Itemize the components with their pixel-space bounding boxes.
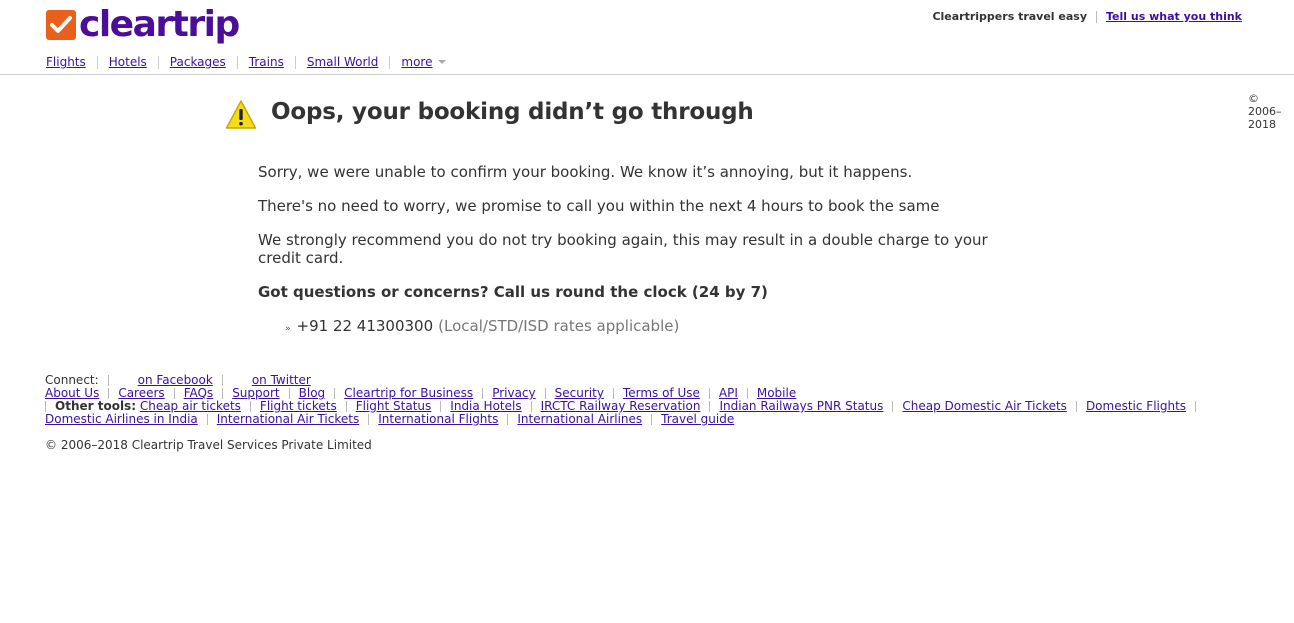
footer-link[interactable]: Support <box>232 386 279 400</box>
facebook-link[interactable]: on Facebook <box>138 373 213 387</box>
phone-note: (Local/STD/ISD rates applicable) <box>438 317 680 335</box>
nav-divider <box>389 55 391 69</box>
footer-link[interactable]: About Us <box>45 386 99 400</box>
page-title: Oops, your booking didn’t go through <box>271 99 754 125</box>
footer: Connect: on Facebook on Twitter About Us Ca… <box>45 374 1250 426</box>
nav-flights[interactable]: Flights <box>46 55 86 69</box>
footer-link[interactable]: Careers <box>118 386 164 400</box>
tagline-text: Cleartrippers travel easy <box>932 10 1088 23</box>
nav-small-world[interactable]: Small World <box>307 55 379 69</box>
tool-link[interactable]: Indian Railways PNR Status <box>719 399 883 413</box>
side-copyright: © 2006–2018 <box>1248 92 1282 131</box>
cleartrip-logo[interactable]: cleartrip <box>46 4 240 48</box>
logo-text: cleartrip <box>79 4 240 45</box>
footer-link[interactable]: Blog <box>299 386 326 400</box>
checkmark-icon <box>46 10 76 40</box>
warning-icon <box>225 99 257 134</box>
connect-label: Connect: <box>45 373 99 387</box>
tool-link[interactable]: Flight tickets <box>260 399 337 413</box>
tool-link[interactable]: International Flights <box>378 412 498 426</box>
tool-link[interactable]: International Airlines <box>517 412 642 426</box>
message-paragraph: Sorry, we were unable to confirm your bo… <box>258 163 913 181</box>
message-paragraph: We strongly recommend you do not try boo… <box>258 231 988 267</box>
phone-number: +91 22 41300300 <box>296 317 434 335</box>
footer-link[interactable]: API <box>719 386 738 400</box>
twitter-link[interactable]: on Twitter <box>252 373 311 387</box>
header-tagline-bar: Cleartrippers travel easy Tell us what y… <box>932 10 1242 23</box>
tool-link[interactable]: Cheap air tickets <box>140 399 241 413</box>
header-divider <box>0 74 1294 75</box>
tool-link[interactable]: Domestic Flights <box>1086 399 1186 413</box>
footer-link[interactable]: Terms of Use <box>623 386 700 400</box>
feedback-link[interactable]: Tell us what you think <box>1106 10 1242 23</box>
nav-more[interactable]: more <box>401 55 432 69</box>
message-paragraph: There's no need to worry, we promise to … <box>258 197 940 215</box>
tool-link[interactable]: International Air Tickets <box>217 412 359 426</box>
nav-divider <box>157 55 159 69</box>
main-nav: Flights Hotels Packages Trains Small Wor… <box>46 55 447 69</box>
footer-link[interactable]: Security <box>555 386 604 400</box>
nav-divider <box>236 55 238 69</box>
divider <box>1096 10 1098 23</box>
tool-link[interactable]: India Hotels <box>450 399 521 413</box>
nav-hotels[interactable]: Hotels <box>109 55 147 69</box>
tool-link[interactable]: Flight Status <box>356 399 432 413</box>
footer-link[interactable]: Privacy <box>492 386 535 400</box>
nav-trains[interactable]: Trains <box>249 55 284 69</box>
tool-link[interactable]: IRCTC Railway Reservation <box>541 399 701 413</box>
nav-divider <box>96 55 98 69</box>
tool-link[interactable]: Cheap Domestic Air Tickets <box>902 399 1067 413</box>
nav-divider <box>294 55 296 69</box>
support-phone-row: » +91 22 41300300 (Local/STD/ISD rates a… <box>285 317 679 335</box>
tool-link[interactable]: Travel guide <box>661 412 734 426</box>
divider <box>107 375 109 386</box>
footer-link[interactable]: Cleartrip for Business <box>344 386 473 400</box>
other-tools-label: Other tools: <box>55 399 136 413</box>
nav-packages[interactable]: Packages <box>170 55 226 69</box>
footer-link[interactable]: FAQs <box>184 386 214 400</box>
footer-tools-row: Other tools: Cheap air tickets Flight tic… <box>45 400 1250 426</box>
chevron-down-icon[interactable] <box>438 60 447 64</box>
support-heading: Got questions or concerns? Call us round… <box>258 283 768 301</box>
divider <box>221 375 223 386</box>
footer-link[interactable]: Mobile <box>757 386 796 400</box>
footer-copyright: © 2006–2018 Cleartrip Travel Services Pr… <box>45 438 372 452</box>
tool-link[interactable]: Domestic Airlines in India <box>45 412 198 426</box>
bullet-icon: » <box>285 324 291 334</box>
